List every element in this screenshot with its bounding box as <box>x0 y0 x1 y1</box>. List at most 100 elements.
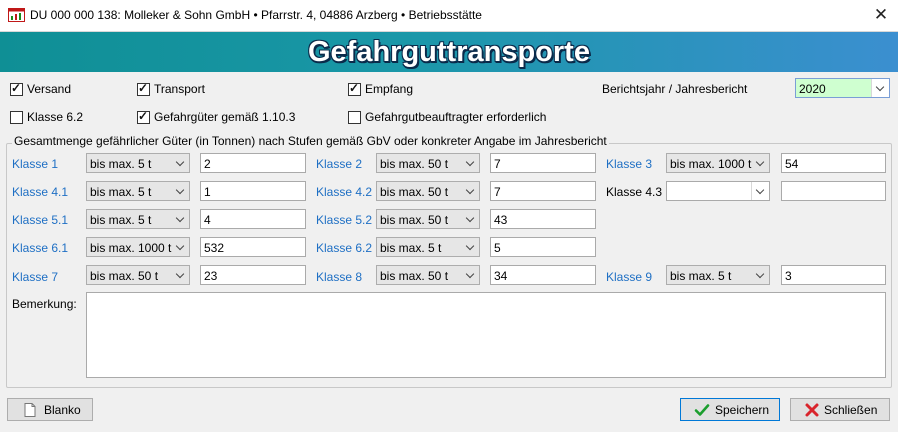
klasse-8-amount-input[interactable]: 34 <box>490 265 596 285</box>
klasse62-checkbox[interactable] <box>10 111 23 124</box>
quantities-group-title: Gesamtmenge gefährlicher Güter (in Tonne… <box>12 134 609 148</box>
klasse-5-2-level-select[interactable]: bis max. 50 t <box>376 209 480 229</box>
klasse-3-amount-input[interactable]: 54 <box>781 153 886 173</box>
klasse-5-1-amount-value: 4 <box>204 213 211 227</box>
klasse-5-2-amount-value: 43 <box>494 213 508 227</box>
klasse-4-2-level-value: bis max. 50 t <box>380 185 449 199</box>
klasse-6-2-amount-input[interactable]: 5 <box>490 237 596 257</box>
klasse-4-1-level-select[interactable]: bis max. 5 t <box>86 181 190 201</box>
klasse-8-label: Klasse 8 <box>316 270 363 284</box>
klasse-9-amount-value: 3 <box>785 269 792 283</box>
klasse-4-2-amount-value: 7 <box>494 185 501 199</box>
gefahrgueter-checkbox[interactable] <box>137 109 150 124</box>
klasse-4-3-level-select[interactable] <box>666 181 770 201</box>
chevron-down-icon <box>172 266 189 284</box>
chevron-down-icon <box>462 266 479 284</box>
klasse-8-level-value: bis max. 50 t <box>380 269 449 283</box>
klasse-2-label: Klasse 2 <box>316 157 363 171</box>
chevron-down-icon <box>172 210 189 228</box>
klasse-5-1-amount-input[interactable]: 4 <box>200 209 306 229</box>
klasse-7-level-select[interactable]: bis max. 50 t <box>86 265 190 285</box>
chevron-down-icon <box>172 154 189 172</box>
klasse-1-label: Klasse 1 <box>12 157 59 171</box>
klasse-4-1-amount-input[interactable]: 1 <box>200 181 306 201</box>
chevron-down-icon <box>462 238 479 256</box>
klasse-9-level-select[interactable]: bis max. 5 t <box>666 265 770 285</box>
klasse-1-amount-input[interactable]: 2 <box>200 153 306 173</box>
klasse-4-3-amount-input[interactable] <box>781 181 886 201</box>
klasse62-label: Klasse 6.2 <box>27 110 84 124</box>
klasse-4-2-amount-input[interactable]: 7 <box>490 181 596 201</box>
klasse-6-1-amount-value: 532 <box>204 241 225 255</box>
empfang-label: Empfang <box>365 82 414 96</box>
klasse-6-2-amount-value: 5 <box>494 241 501 255</box>
empfang-checkbox[interactable] <box>348 81 361 96</box>
versand-label: Versand <box>27 82 72 96</box>
klasse-5-1-level-select[interactable]: bis max. 5 t <box>86 209 190 229</box>
klasse-5-2-label: Klasse 5.2 <box>316 213 373 227</box>
app-chart-icon <box>8 7 25 23</box>
chevron-down-icon <box>752 154 769 172</box>
klasse-3-level-value: bis max. 1000 t <box>670 157 752 171</box>
klasse-8-level-select[interactable]: bis max. 50 t <box>376 265 480 285</box>
klasse-3-label: Klasse 3 <box>606 157 653 171</box>
chevron-down-icon <box>871 79 889 97</box>
remark-textarea[interactable] <box>86 292 886 378</box>
klasse-9-level-value: bis max. 5 t <box>670 269 732 283</box>
blanko-button[interactable]: Blanko <box>7 398 93 421</box>
window-title: DU 000 000 138: Molleker & Sohn GmbH • P… <box>30 8 482 22</box>
klasse-6-1-level-select[interactable]: bis max. 1000 t <box>86 237 190 257</box>
chevron-down-icon <box>462 210 479 228</box>
klasse-4-2-label: Klasse 4.2 <box>316 185 373 199</box>
versand-checkbox[interactable] <box>10 81 23 96</box>
klasse-5-1-label: Klasse 5.1 <box>12 213 69 227</box>
document-icon <box>22 402 38 418</box>
klasse-7-level-value: bis max. 50 t <box>90 269 159 283</box>
klasse-7-amount-input[interactable]: 23 <box>200 265 306 285</box>
beauftragter-checkbox[interactable] <box>348 111 361 124</box>
close-button[interactable]: Schließen <box>790 398 890 421</box>
save-button[interactable]: Speichern <box>680 398 780 421</box>
klasse-1-level-select[interactable]: bis max. 5 t <box>86 153 190 173</box>
klasse-9-label: Klasse 9 <box>606 270 653 284</box>
remark-label: Bemerkung: <box>12 297 77 311</box>
klasse-4-2-level-select[interactable]: bis max. 50 t <box>376 181 480 201</box>
chevron-down-icon <box>462 154 479 172</box>
transport-checkbox[interactable] <box>137 81 150 96</box>
klasse-6-1-amount-input[interactable]: 532 <box>200 237 306 257</box>
save-label: Speichern <box>715 403 770 417</box>
gefahrgueter-label: Gefahrgüter gemäß 1.10.3 <box>154 110 296 124</box>
klasse-6-2-label: Klasse 6.2 <box>316 241 373 255</box>
klasse-6-2-level-select[interactable]: bis max. 5 t <box>376 237 480 257</box>
chevron-down-icon <box>172 238 189 256</box>
klasse-7-label: Klasse 7 <box>12 270 59 284</box>
report-year-select[interactable]: 2020 <box>795 78 890 98</box>
blanko-label: Blanko <box>44 403 81 417</box>
chevron-down-icon <box>752 266 769 284</box>
klasse-3-level-select[interactable]: bis max. 1000 t <box>666 153 770 173</box>
klasse-5-2-amount-input[interactable]: 43 <box>490 209 596 229</box>
klasse-4-1-level-value: bis max. 5 t <box>90 185 152 199</box>
klasse-4-1-amount-value: 1 <box>204 185 211 199</box>
klasse-9-amount-input[interactable]: 3 <box>781 265 886 285</box>
klasse-2-level-select[interactable]: bis max. 50 t <box>376 153 480 173</box>
window-close-icon[interactable]: ✕ <box>868 3 894 27</box>
klasse-5-2-level-value: bis max. 50 t <box>380 213 449 227</box>
report-year-value: 2020 <box>799 82 826 96</box>
chevron-down-icon <box>751 182 769 200</box>
klasse-1-level-value: bis max. 5 t <box>90 157 152 171</box>
klasse-7-amount-value: 23 <box>204 269 218 283</box>
klasse-5-1-level-value: bis max. 5 t <box>90 213 152 227</box>
klasse-8-amount-value: 34 <box>494 269 508 283</box>
klasse-2-level-value: bis max. 50 t <box>380 157 449 171</box>
report-year-label: Berichtsjahr / Jahresbericht <box>602 82 748 96</box>
transport-label: Transport <box>154 82 205 96</box>
checkmark-icon <box>694 402 710 418</box>
klasse-2-amount-input[interactable]: 7 <box>490 153 596 173</box>
klasse-1-amount-value: 2 <box>204 157 211 171</box>
klasse-6-1-label: Klasse 6.1 <box>12 241 69 255</box>
klasse-3-amount-value: 54 <box>785 157 799 171</box>
chevron-down-icon <box>462 182 479 200</box>
klasse-2-amount-value: 7 <box>494 157 501 171</box>
red-x-icon <box>804 402 820 418</box>
